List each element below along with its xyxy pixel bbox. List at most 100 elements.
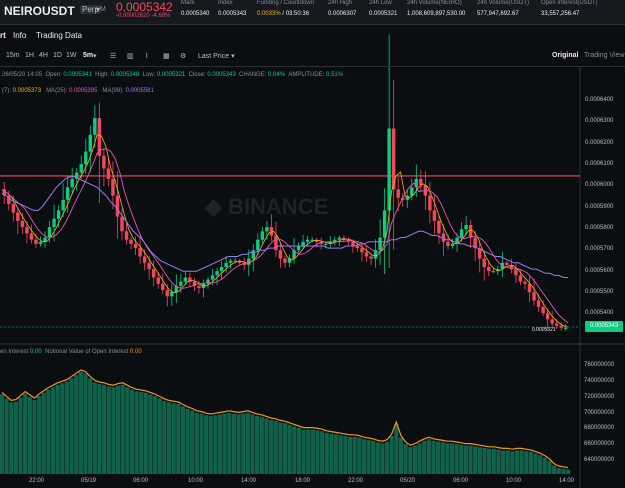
indicators-icon[interactable]: ⌇ [145,52,148,60]
oi-bar [324,432,329,474]
candle-body [84,151,88,165]
tab-chart[interactable]: rt [0,31,6,40]
candle-body [559,325,563,328]
oi-title: en Interest [0,349,29,355]
interval-15m[interactable]: 15m [6,52,20,59]
view-tradingview-button[interactable]: Trading View [584,52,624,59]
stat-label: Index [218,0,233,6]
candle-body [432,210,437,221]
candle-body [301,241,305,247]
candle-body [564,327,568,329]
interval-1h[interactable]: 1H [25,52,34,59]
oi-bar [255,416,260,474]
gear-icon[interactable]: ⚙ [180,52,186,60]
stat-value: 0.0005343 [218,11,247,17]
oi-axis-label: 680000000 [584,425,615,431]
oi-bar [32,400,37,474]
oi-bar [222,413,227,474]
oi-bar [264,418,269,474]
view-original-button[interactable]: Original [552,52,578,59]
candle-body [337,237,342,240]
oi-bar [64,381,70,474]
interval-4h[interactable]: 4H [39,52,48,59]
symbol-name[interactable]: NEIROUSDT [4,4,75,18]
candle-body [251,250,256,259]
oi-bar [27,396,32,474]
oi-bar [440,442,445,474]
candle-body [550,319,554,324]
price-type-select[interactable]: Last Price ▾ [198,52,235,60]
oi-bar [139,392,144,474]
oi-bar [292,426,297,474]
candle-body [79,164,83,173]
candle-body [106,168,111,179]
oi-bar [23,393,28,474]
candle-body [52,218,56,228]
candle-type-icon[interactable]: ▥ [127,52,134,60]
oi-bar [310,429,315,474]
candle-body [156,277,160,284]
layout-icon[interactable]: ▦ [163,52,170,60]
candle-body [197,285,201,288]
candle-body [545,313,550,320]
interval-1w[interactable]: 1W [66,52,77,59]
oi-bar [329,433,334,474]
oi-bar [199,413,204,474]
low-label: Low: [142,72,156,78]
oi-bar [459,444,464,474]
candle-body [278,250,283,259]
oi-bar [69,378,74,474]
oi-bar [185,408,190,474]
oi-bar [380,443,385,474]
oi-bar [9,402,14,474]
oi-bar [83,373,88,474]
oi-bar [357,437,362,474]
oi-bar [245,412,250,474]
candle-body [228,260,233,263]
oi-bar [134,391,139,474]
last-price: 0.0005342 [116,0,173,14]
oi-bar [449,443,455,474]
high-value: 0.0005348 [110,72,140,78]
candle-body [487,266,491,272]
interval-1d[interactable]: 1D [53,52,62,59]
oi-bar [519,450,524,474]
oi-bar [37,396,42,474]
tab-trading-data[interactable]: Trading Data [36,31,82,40]
candle-body [360,248,364,253]
oi-bar [217,414,223,474]
oi-bar [477,447,482,474]
oi-bar [278,422,283,474]
price-change: -0.00002620 -4.68% [116,13,170,19]
oi-bar [422,440,427,474]
candle-body [364,252,369,257]
chevron-down-icon[interactable]: ▾ [93,52,97,60]
stat-label: 24h Low [369,0,392,6]
candle-body [161,283,165,291]
candle-body [446,241,450,247]
tab-info[interactable]: Info [13,31,26,40]
oi-bar [148,394,153,474]
price-axis-label: 0.0006300 [585,118,614,124]
oi-axis-label: 760000000 [584,362,615,368]
oi-bar [315,430,320,474]
oi-bar [431,440,436,474]
candle-body [523,281,527,284]
oi-bar [0,394,5,474]
candle-body [283,258,287,263]
oi-axis-label: 720000000 [584,394,615,400]
funding-rate: 0.0033% [257,11,281,17]
candle-body [369,256,373,259]
oi-bar [482,448,487,474]
open-interest-legend: en Interest 0.00 Notional Value of Open … [0,349,142,355]
oi-bar [384,441,390,474]
main-tabs: rt Info Trading Data [0,26,625,44]
high-label: High: [95,72,110,78]
settings-sliders-icon[interactable]: ☰ [110,52,116,60]
oi-notional-label: Notional Value of Open Interest [45,349,129,355]
interval-5m[interactable]: 5m [83,52,93,59]
price-axis-label: 0.0005600 [585,268,614,274]
open-label: Open: [45,72,62,78]
margin-mode-badge[interactable]: M [100,6,106,13]
oi-bar [408,447,413,474]
